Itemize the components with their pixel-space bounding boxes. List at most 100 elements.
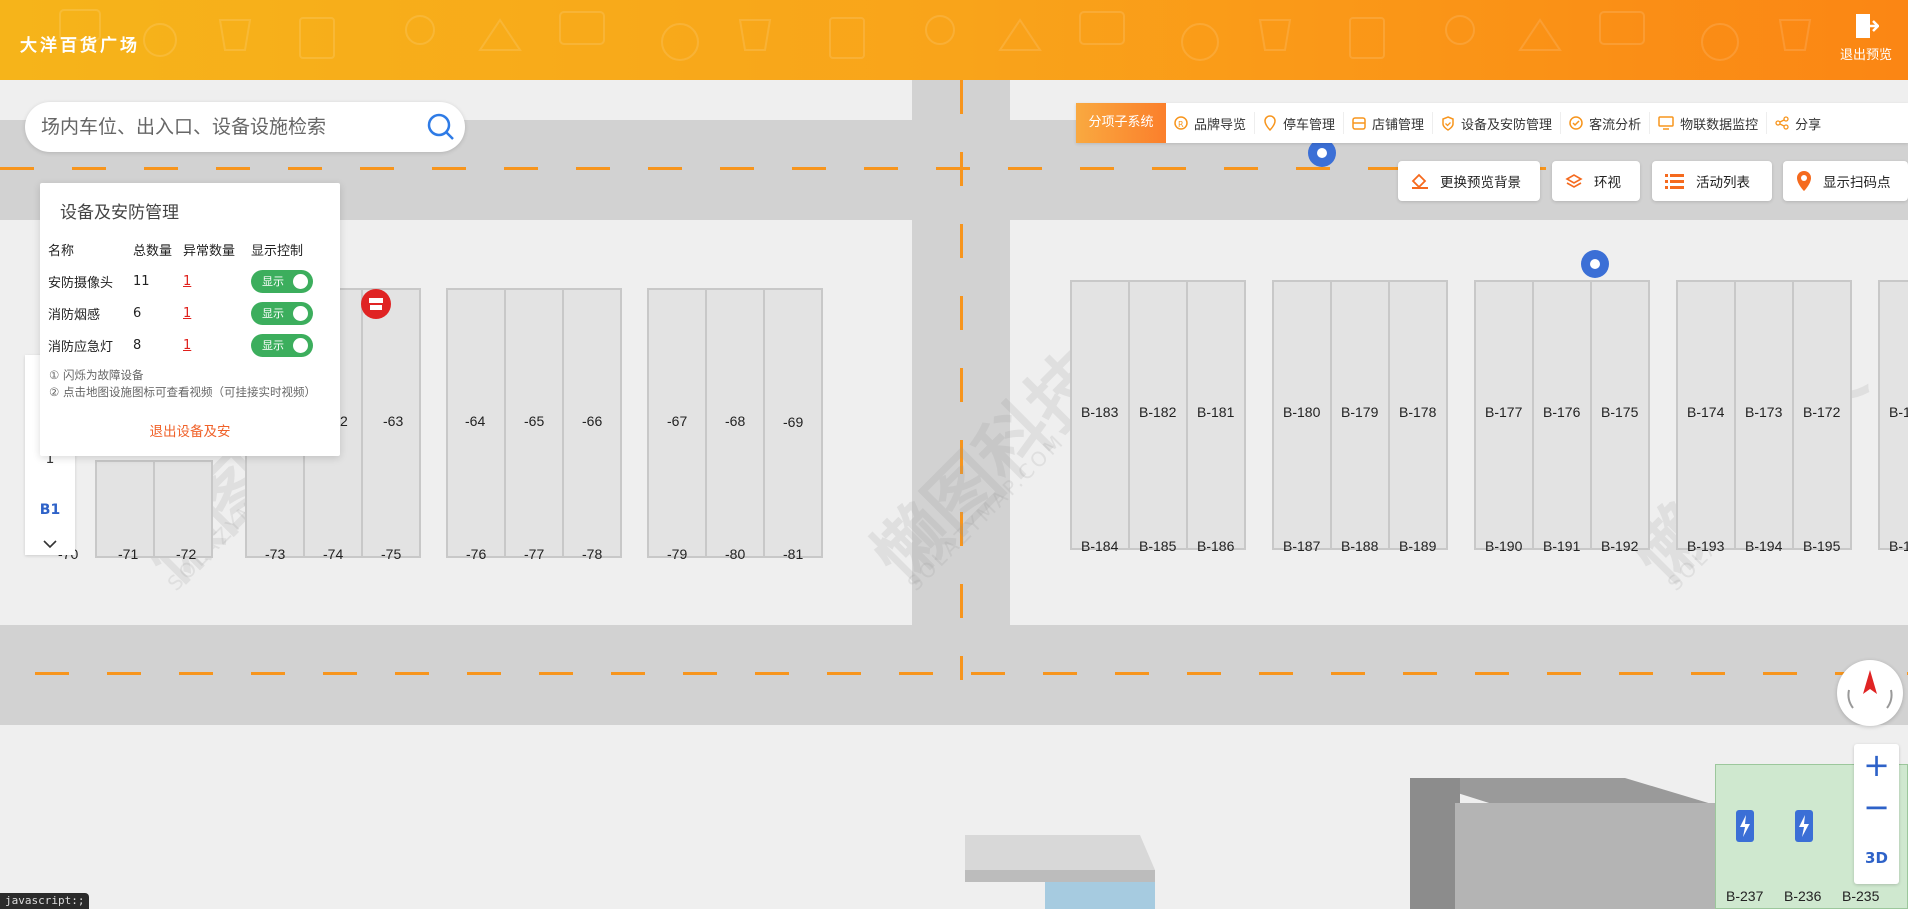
panel-notes: ① 闪烁为故障设备 ② 点击地图设施图标可查看视频（可挂接实时视频） xyxy=(49,367,316,401)
subsystem-nav-head[interactable]: 分项子系统 xyxy=(1076,103,1166,143)
chevron-down-icon[interactable] xyxy=(42,539,58,549)
charging-station-icon[interactable] xyxy=(1792,806,1816,844)
surround-view-icon xyxy=(1565,174,1583,188)
parking-spot-label: B-183 xyxy=(1081,404,1119,420)
show-scan-points-button[interactable]: 显示扫码点 xyxy=(1783,161,1908,201)
parking-spot-label: B-175 xyxy=(1601,404,1639,420)
parking-spot-label: B-177 xyxy=(1485,404,1523,420)
nav-item-label: 店铺管理 xyxy=(1372,117,1425,133)
parking-spot-label: B-237 xyxy=(1726,888,1764,904)
column-header: 总数量 xyxy=(133,244,173,259)
equipment-abnormal-link[interactable]: 1 xyxy=(183,329,251,361)
parking-spot-label: B-1 xyxy=(1889,538,1908,554)
paint-bucket-icon xyxy=(1411,173,1428,189)
table-row: 消防应急灯 8 1 显示 xyxy=(48,329,321,361)
parking-spot-label: B-187 xyxy=(1283,538,1321,554)
parking-spot-label: -71 xyxy=(118,546,139,562)
parking-spot-label: B-194 xyxy=(1745,538,1783,554)
parking-spot[interactable] xyxy=(153,460,213,558)
parking-spot-label: B-1 xyxy=(1889,404,1908,420)
search-bar[interactable] xyxy=(25,102,465,152)
parking-spot-label: -64 xyxy=(465,413,486,429)
equipment-name: 消防烟感 xyxy=(48,307,101,323)
panel-title: 设备及安防管理 xyxy=(60,203,179,223)
nav-item-parking[interactable]: 停车管理 xyxy=(1255,112,1345,134)
parking-spot-label: -78 xyxy=(582,546,603,562)
zoom-controls: + − 3D xyxy=(1854,744,1899,884)
panel-note: ② 点击地图设施图标可查看视频（可挂接实时视频） xyxy=(49,385,316,399)
display-toggle[interactable]: 显示 xyxy=(251,333,313,357)
equipment-total: 11 xyxy=(133,273,150,289)
parking-spot-label: B-195 xyxy=(1803,538,1841,554)
parking-spot-label: B-184 xyxy=(1081,538,1119,554)
table-header-row: 名称 总数量 异常数量 显示控制 xyxy=(48,240,321,265)
nav-item-label: 设备及安防管理 xyxy=(1461,117,1553,133)
nav-item-label: 停车管理 xyxy=(1283,117,1336,133)
column-header: 异常数量 xyxy=(183,244,236,259)
zoom-out-button[interactable]: − xyxy=(1854,788,1899,826)
nav-item-iot[interactable]: 物联数据监控 xyxy=(1650,112,1768,134)
compass-control[interactable] xyxy=(1837,660,1903,726)
parking-spot-label: B-186 xyxy=(1197,538,1235,554)
monitor-icon xyxy=(1658,116,1674,130)
mall-title: 大洋百货广场 xyxy=(20,36,140,56)
table-row: 安防摄像头 11 1 显示 xyxy=(48,265,321,297)
app-header: 大洋百货广场 退出预览 xyxy=(0,0,1908,80)
parking-spot-label: B-235 xyxy=(1842,888,1880,904)
parking-spot-label: -79 xyxy=(667,546,688,562)
parking-spot-label: B-174 xyxy=(1687,404,1725,420)
equipment-total: 6 xyxy=(133,305,142,321)
svg-text:R: R xyxy=(1178,120,1184,129)
nav-item-brand[interactable]: R 品牌导览 xyxy=(1166,112,1256,134)
parking-spot-label: B-188 xyxy=(1341,538,1379,554)
parking-spot-label: -73 xyxy=(265,546,286,562)
table-row: 消防烟感 6 1 显示 xyxy=(48,297,321,329)
search-input[interactable] xyxy=(41,112,421,142)
equipment-abnormal-link[interactable]: 1 xyxy=(183,297,251,329)
parking-spot-label: B-182 xyxy=(1139,404,1177,420)
parking-spot-label: -63 xyxy=(383,413,404,429)
nav-item-security[interactable]: 设备及安防管理 xyxy=(1433,112,1562,134)
parking-spot-label: B-176 xyxy=(1543,404,1581,420)
nav-item-traffic[interactable]: 客流分析 xyxy=(1561,112,1651,134)
compass-icon xyxy=(1847,670,1893,709)
lane-marking-vertical xyxy=(960,80,963,680)
search-icon[interactable] xyxy=(427,113,455,141)
parking-spot-label: B-173 xyxy=(1745,404,1783,420)
surround-view-button[interactable]: 环视 xyxy=(1552,161,1640,201)
parking-pin-icon xyxy=(1264,115,1276,131)
camera-map-icon[interactable] xyxy=(1580,249,1610,279)
equipment-abnormal-link[interactable]: 1 xyxy=(183,265,251,297)
location-pin-icon xyxy=(1797,171,1811,191)
view-mode-3d-button[interactable]: 3D xyxy=(1854,848,1899,868)
change-background-button[interactable]: 更换预览背景 xyxy=(1398,161,1540,201)
floor-option-active[interactable]: B1 xyxy=(25,502,75,518)
nav-item-label: 客流分析 xyxy=(1589,117,1642,133)
equipment-total: 8 xyxy=(133,337,142,353)
exit-preview-button[interactable]: 退出预览 xyxy=(1836,12,1896,63)
header-pattern xyxy=(59,9,1812,61)
activity-list-button[interactable]: 活动列表 xyxy=(1652,161,1772,201)
display-toggle[interactable]: 显示 xyxy=(251,269,313,293)
subsystem-nav: 分项子系统 R 品牌导览 停车管理 店铺管理 设备及安防管理 客流分析 物联数据… xyxy=(1076,103,1908,143)
nav-item-share[interactable]: 分享 xyxy=(1767,112,1829,134)
charging-station-icon[interactable] xyxy=(1733,806,1757,844)
nav-item-store[interactable]: 店铺管理 xyxy=(1344,112,1434,134)
parking-spot-label: B-192 xyxy=(1601,538,1639,554)
smoke-detector-alarm-icon[interactable] xyxy=(360,288,392,320)
exit-equipment-link[interactable]: 退出设备及安 xyxy=(40,420,340,440)
shield-icon xyxy=(1442,115,1454,131)
display-toggle[interactable]: 显示 xyxy=(251,301,313,325)
equipment-security-panel: 设备及安防管理 名称 总数量 异常数量 显示控制 安防摄像头 11 1 显示 消… xyxy=(40,183,340,456)
zoom-in-button[interactable]: + xyxy=(1854,746,1899,784)
parking-spot-label: B-189 xyxy=(1399,538,1437,554)
surround-view-label: 环视 xyxy=(1594,175,1621,191)
parking-spot-label: -76 xyxy=(466,546,487,562)
parking-spot-label: B-181 xyxy=(1197,404,1235,420)
column-header: 显示控制 xyxy=(251,244,304,259)
activity-list-label: 活动列表 xyxy=(1696,175,1750,191)
nav-item-label: 品牌导览 xyxy=(1194,117,1247,133)
parking-spot[interactable] xyxy=(95,460,155,558)
parking-spot-label: B-178 xyxy=(1399,404,1437,420)
building-block xyxy=(1410,778,1725,909)
